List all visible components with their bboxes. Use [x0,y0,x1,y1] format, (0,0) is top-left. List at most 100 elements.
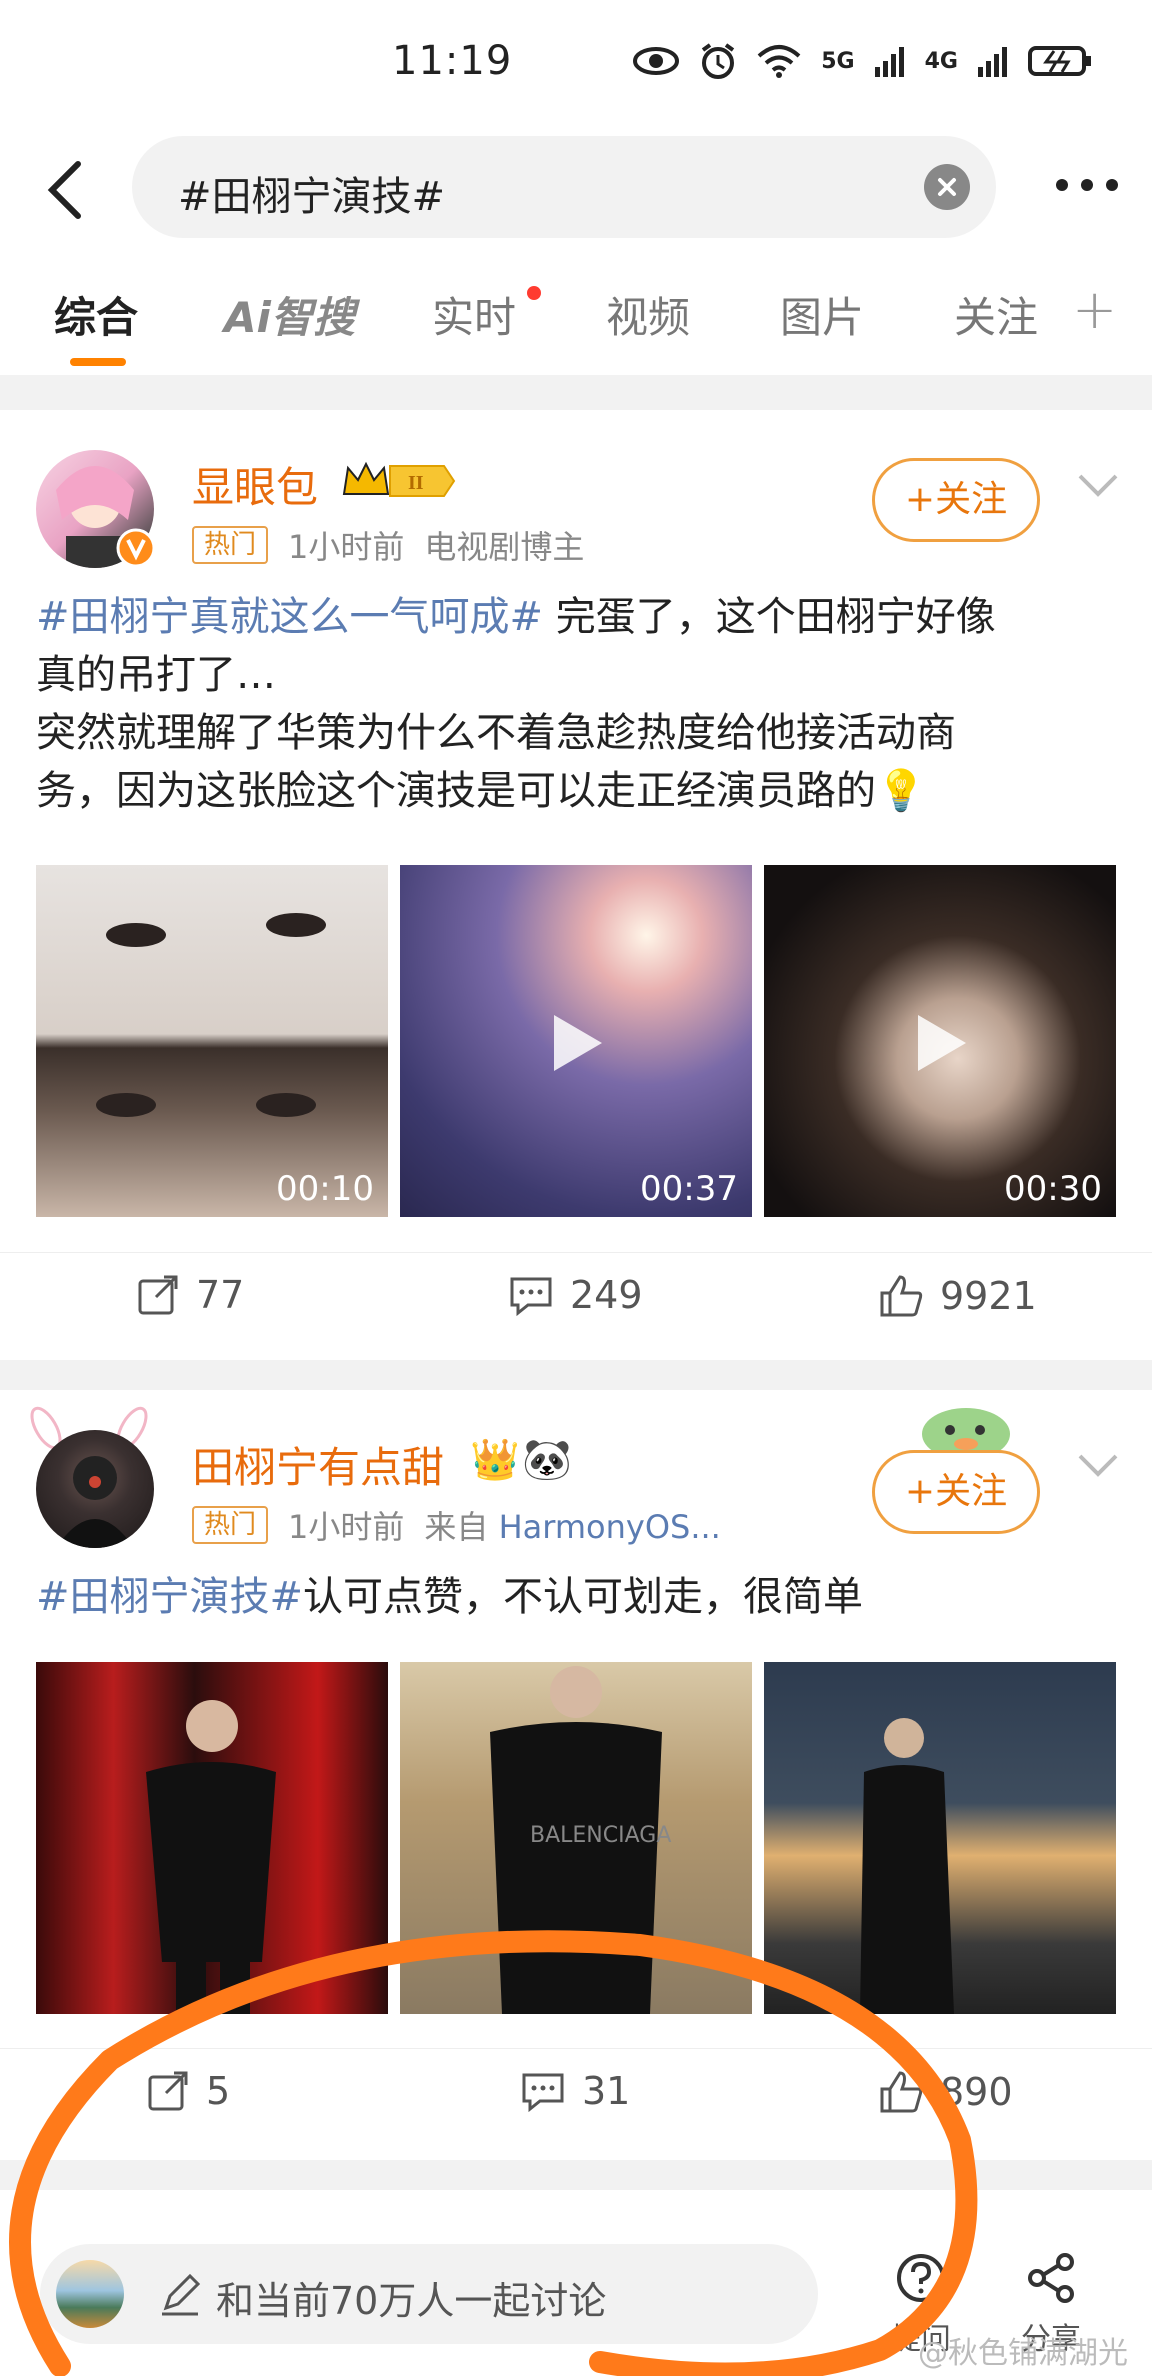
comment-button[interactable]: 31 [520,2069,630,2113]
thumbs-up-icon [880,2071,923,2113]
verified-badge-icon [116,528,156,568]
chevron-down-icon[interactable] [1076,1450,1120,1480]
comment-count: 249 [570,1273,643,1317]
hot-badge: 热门 [192,1506,269,1544]
post-text-line2: 真的吊打了… [36,652,276,698]
hashtag-link[interactable]: #田栩宁演技# [36,1574,303,1620]
avatar[interactable] [36,1430,154,1548]
user-avatar [56,2260,124,2328]
like-button[interactable]: 890 [878,2069,1013,2115]
pen-icon [162,2273,201,2316]
signal-icon-2 [978,47,1007,77]
hot-badge: 热门 [192,526,269,564]
tab-bar: 综合 Ai智搜 实时 视频 图片 关注 + [0,250,1152,375]
status-bar: 11:19 5G 4G [0,0,1152,130]
follow-button[interactable]: +关注 [872,458,1040,542]
post-body: #田栩宁演技#认可点赞，不认可划走，很简单 [36,1568,1116,1626]
post-meta: 热门 1小时前 电视剧博主 [192,522,584,568]
like-count: 890 [940,2070,1013,2114]
status-icons: 5G 4G [633,42,1092,80]
video-duration: 00:10 [276,1169,374,1209]
source-link[interactable]: HarmonyOS... [499,1508,721,1546]
post-text-line4: 务，因为这张脸这个演技是可以走正经演员路的 [36,768,876,814]
video-duration: 00:37 [640,1169,738,1209]
question-icon [897,2254,945,2302]
action-bar: 77 249 9921 [0,1252,1152,1352]
svg-text:BALENCIAGA: BALENCIAGA [530,1823,671,1848]
repost-count: 5 [206,2069,231,2113]
username[interactable]: 田栩宁有点甜 [192,1434,444,1495]
panda-emoji-icon: 🐼 [522,1437,572,1483]
chevron-down-icon[interactable] [1076,470,1120,500]
battery-icon [1028,46,1091,76]
repost-icon [148,2071,188,2111]
video-thumbnail-2[interactable]: 00:37 [400,865,752,1217]
thumbs-up-icon [880,1275,923,1317]
post-text-line1: 完蛋了，这个田栩宁好像 [543,594,996,640]
hashtag-link[interactable]: #田栩宁真就这么一气呵成# [36,594,543,640]
crown-emoji-icon: 👑 [470,1437,520,1483]
repost-icon [138,1275,178,1315]
source-prefix: 来自 [424,1508,489,1546]
watermark: @秋色铺满湖光 [918,2336,1128,2371]
tab-video[interactable]: 视频 [606,284,690,345]
wifi-icon [757,45,801,78]
action-bar: 5 31 890 [0,2048,1152,2148]
like-button[interactable]: 9921 [878,1273,1037,1319]
tab-active-indicator [70,358,126,366]
vip-crown-icon: II [342,461,456,497]
tab-following[interactable]: 关注 [954,284,1038,345]
play-icon [554,1015,602,1071]
eye-icon [633,47,680,75]
post-card-2: 田栩宁有点甜 👑 🐼 热门 1小时前 来自 HarmonyOS... +关注 #… [0,1390,1152,2160]
network-4g-label: 4G [924,48,958,74]
image-thumbnail-3[interactable] [764,1662,1116,2014]
video-thumbnail-1[interactable]: 00:10 [36,865,388,1217]
comment-icon [522,2073,564,2113]
video-duration: 00:30 [1004,1169,1102,1209]
back-icon[interactable] [40,158,90,222]
lightbulb-emoji-icon: 💡 [876,768,926,814]
post-time: 1小时前 [288,528,405,566]
search-query: #田栩宁演技# [178,174,446,220]
author-tag: 电视剧博主 [424,528,585,566]
post-source: 来自 HarmonyOS... [424,1502,720,1548]
post-time: 1小时前 [288,1508,405,1546]
tab-ai-search[interactable]: Ai智搜 [224,284,355,345]
discussion-input[interactable]: 和当前70万人一起讨论 [40,2244,818,2344]
like-count: 9921 [940,1274,1037,1318]
comment-icon [510,1277,552,1317]
username[interactable]: 显眼包 [192,454,318,515]
image-thumbnail-2[interactable]: BALENCIAGA [400,1662,752,2014]
post-text-line3: 突然就理解了华策为什么不着急趁热度给他接活动商 [36,710,956,756]
comment-button[interactable]: 249 [508,1273,643,1317]
search-input[interactable]: #田栩宁演技# [132,136,996,238]
clear-search-button[interactable] [924,164,970,210]
post-text: 认可点赞，不认可划走，很简单 [303,1574,864,1620]
tab-images[interactable]: 图片 [780,284,864,345]
repost-count: 77 [196,1273,245,1317]
post-card-1: 显眼包 II 热门 1小时前 电视剧博主 +关注 #田栩宁真就这么一气呵成# 完… [0,410,1152,1360]
repost-button[interactable]: 5 [146,2069,230,2113]
add-tab-button[interactable]: + [1072,278,1117,341]
more-button[interactable] [1056,170,1126,200]
alarm-icon [702,43,735,79]
close-icon [938,178,956,196]
discussion-placeholder: 和当前70万人一起讨论 [216,2279,607,2323]
image-thumbnail-1[interactable] [36,1662,388,2014]
svg-text:II: II [408,472,424,494]
follow-button[interactable]: +关注 [872,1450,1040,1534]
tab-all[interactable]: 综合 [54,284,138,345]
play-icon [918,1015,966,1071]
video-thumbnail-3[interactable]: 00:30 [764,865,1116,1217]
signal-icon [874,47,904,77]
notification-dot [527,286,541,300]
status-time: 11:19 [392,38,513,84]
post-body: #田栩宁真就这么一气呵成# 完蛋了，这个田栩宁好像 真的吊打了… 突然就理解了华… [36,588,1116,820]
post-meta: 热门 1小时前 来自 HarmonyOS... [192,1502,721,1548]
repost-button[interactable]: 77 [136,1273,244,1317]
comment-count: 31 [582,2069,631,2113]
network-5g-label: 5G [821,48,855,74]
tab-realtime[interactable]: 实时 [432,284,516,345]
search-header: #田栩宁演技# [0,130,1152,250]
